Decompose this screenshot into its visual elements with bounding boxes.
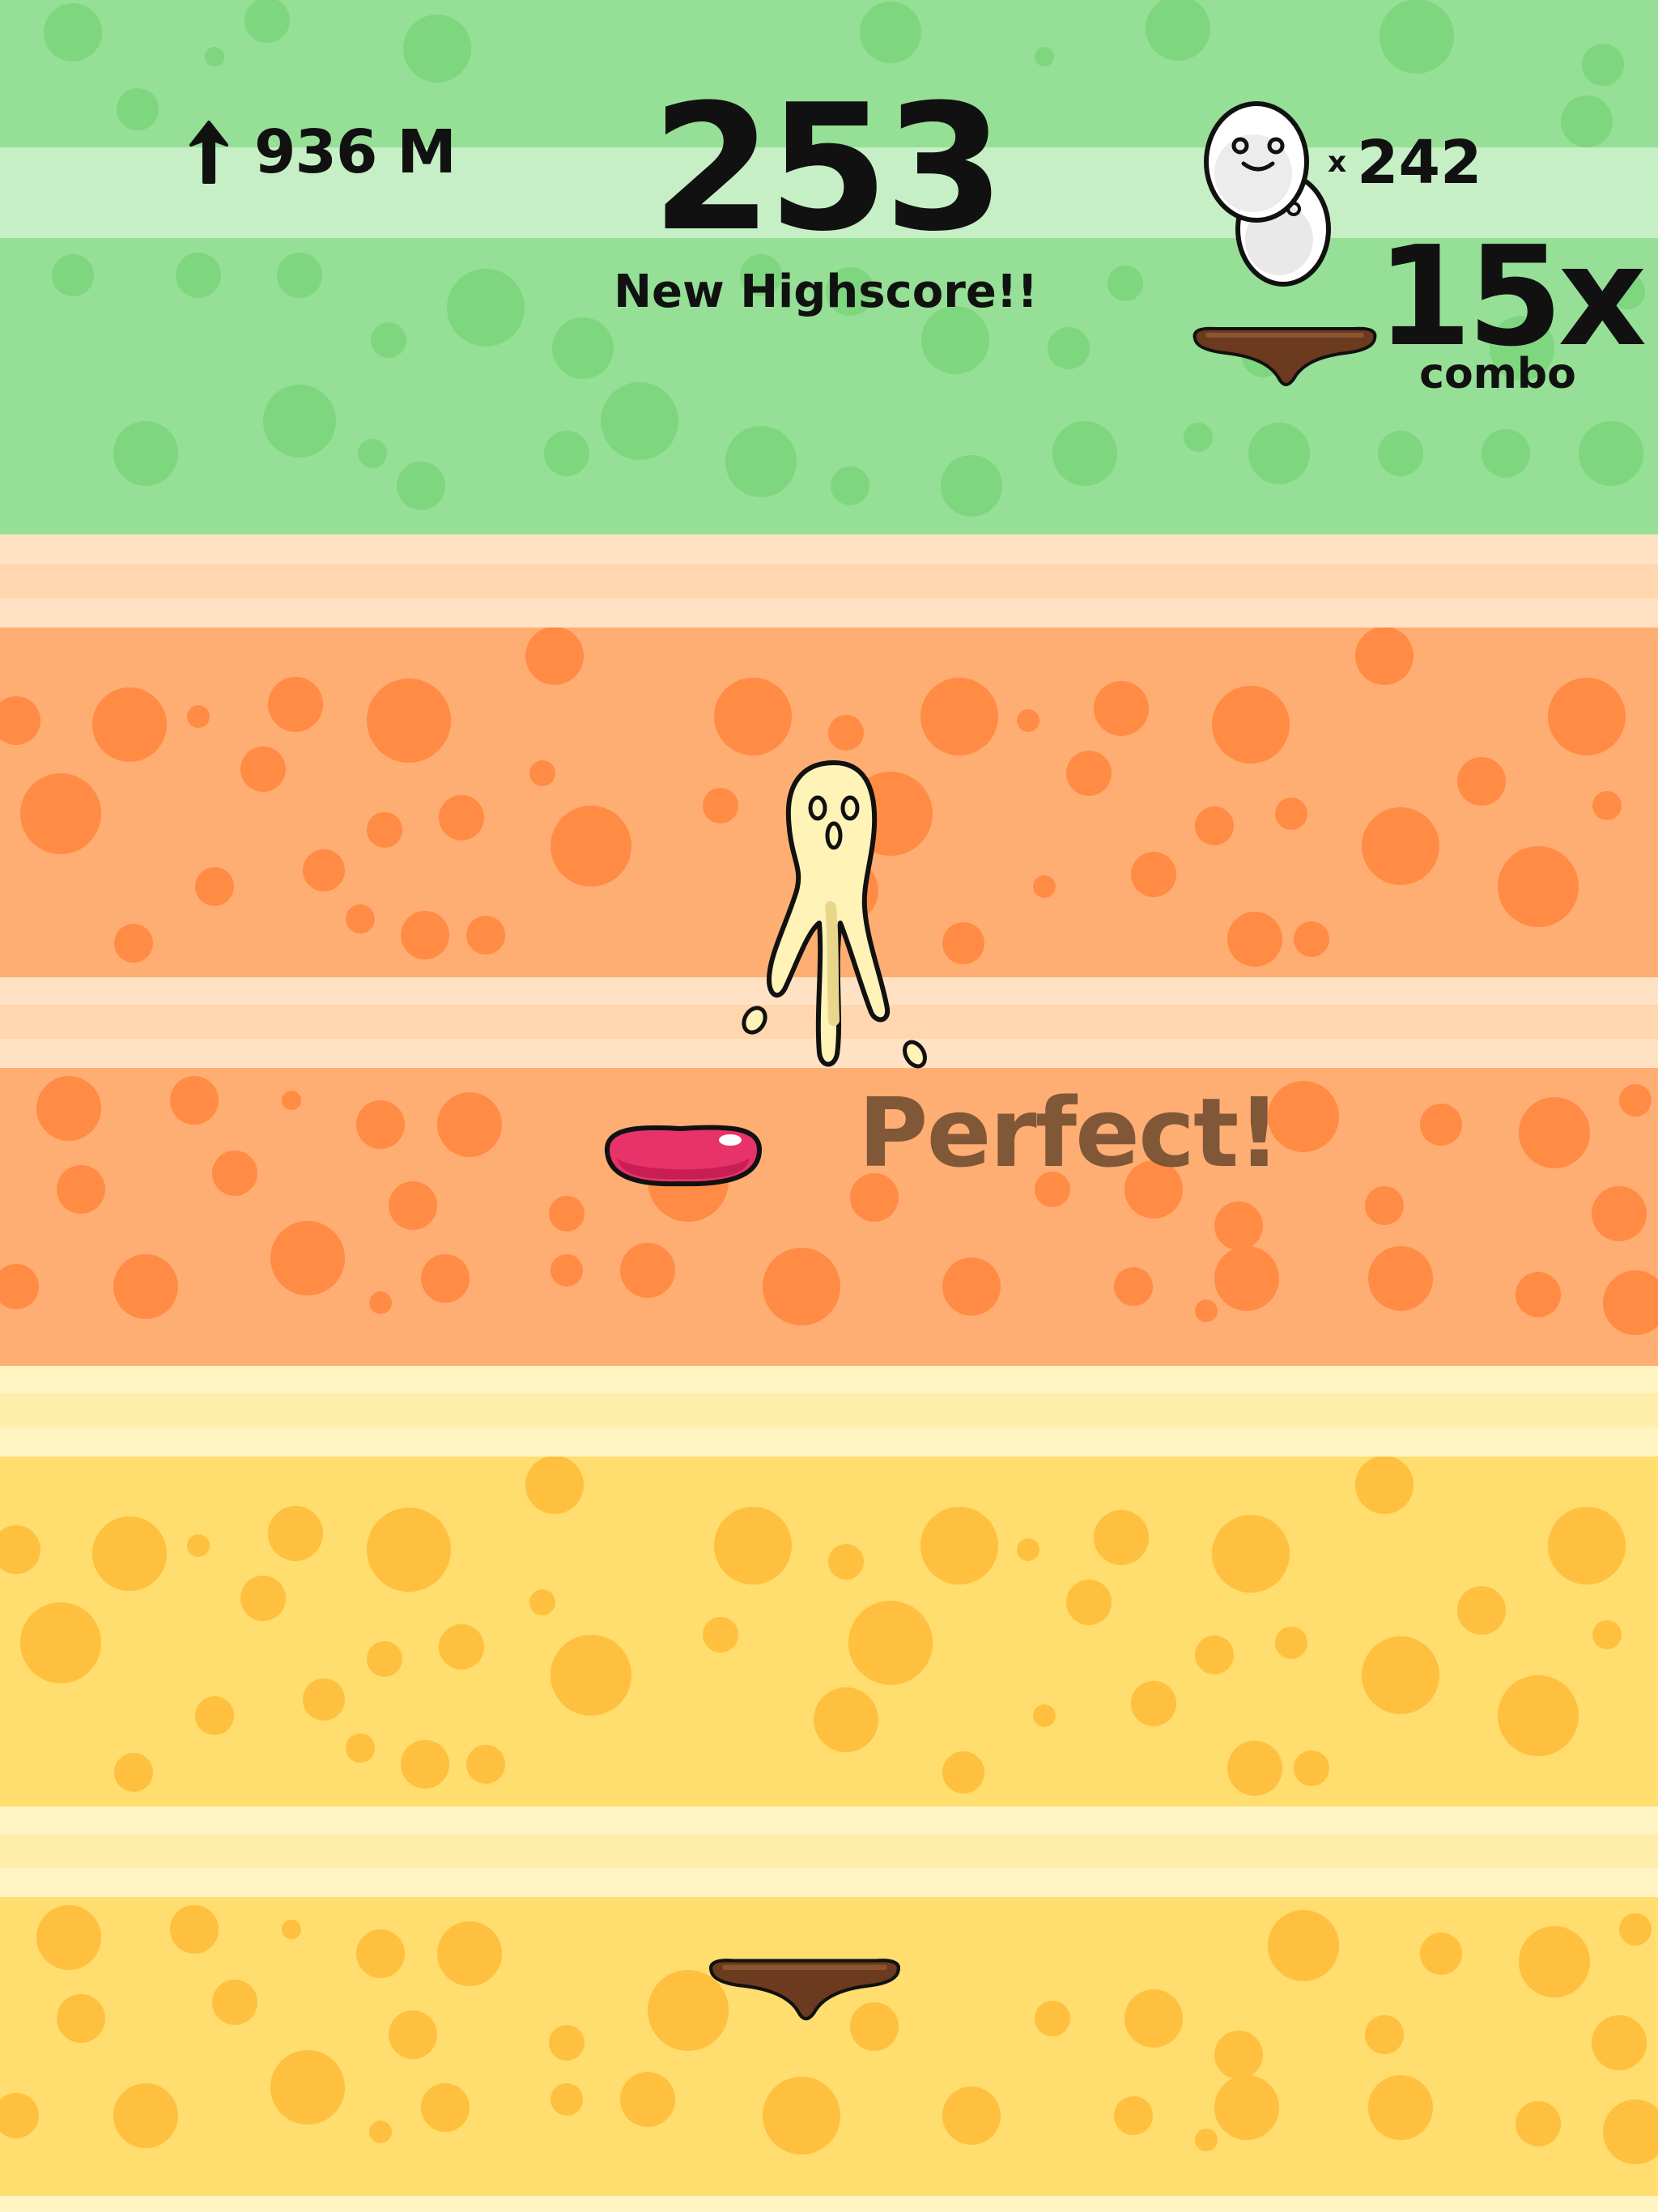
- perfect-feedback: Perfect!: [858, 1077, 1281, 1189]
- yellow-band-upper: [0, 1457, 1658, 1806]
- light-stripe-1-center: [0, 564, 1658, 598]
- light-stripe-4-center: [0, 1834, 1658, 1868]
- bottom-edge-stripe: [0, 2196, 1658, 2212]
- eggs-prefix: x: [1328, 146, 1347, 179]
- combo-multiplier: 15x: [1376, 217, 1647, 377]
- combo-ledge-icon: [1192, 326, 1377, 386]
- slime-player: [742, 760, 927, 1069]
- highscore-label: New Highscore!!: [614, 266, 1038, 318]
- brown-ledge-platform: [709, 1959, 900, 2021]
- distance-readout: 936 M: [185, 112, 457, 193]
- combo-label: combo: [1419, 350, 1576, 398]
- up-arrow-icon: [189, 121, 228, 184]
- orange-band-lower-spots: [0, 1076, 1658, 1335]
- distance-value: 936 M: [254, 117, 457, 187]
- egg-buddies-icon: [1204, 101, 1331, 287]
- orange-band-lower: [0, 1068, 1658, 1366]
- score-value: 253: [651, 66, 1005, 270]
- yellow-band-lower: [0, 1897, 1658, 2212]
- yellow-band-lower-spots: [0, 1905, 1658, 2164]
- light-stripe-3-center: [0, 1393, 1658, 1427]
- yellow-band-upper-spots: [0, 1457, 1626, 1796]
- eggs-count: 242: [1357, 128, 1482, 198]
- red-jelly-bean-platform: [604, 1125, 763, 1187]
